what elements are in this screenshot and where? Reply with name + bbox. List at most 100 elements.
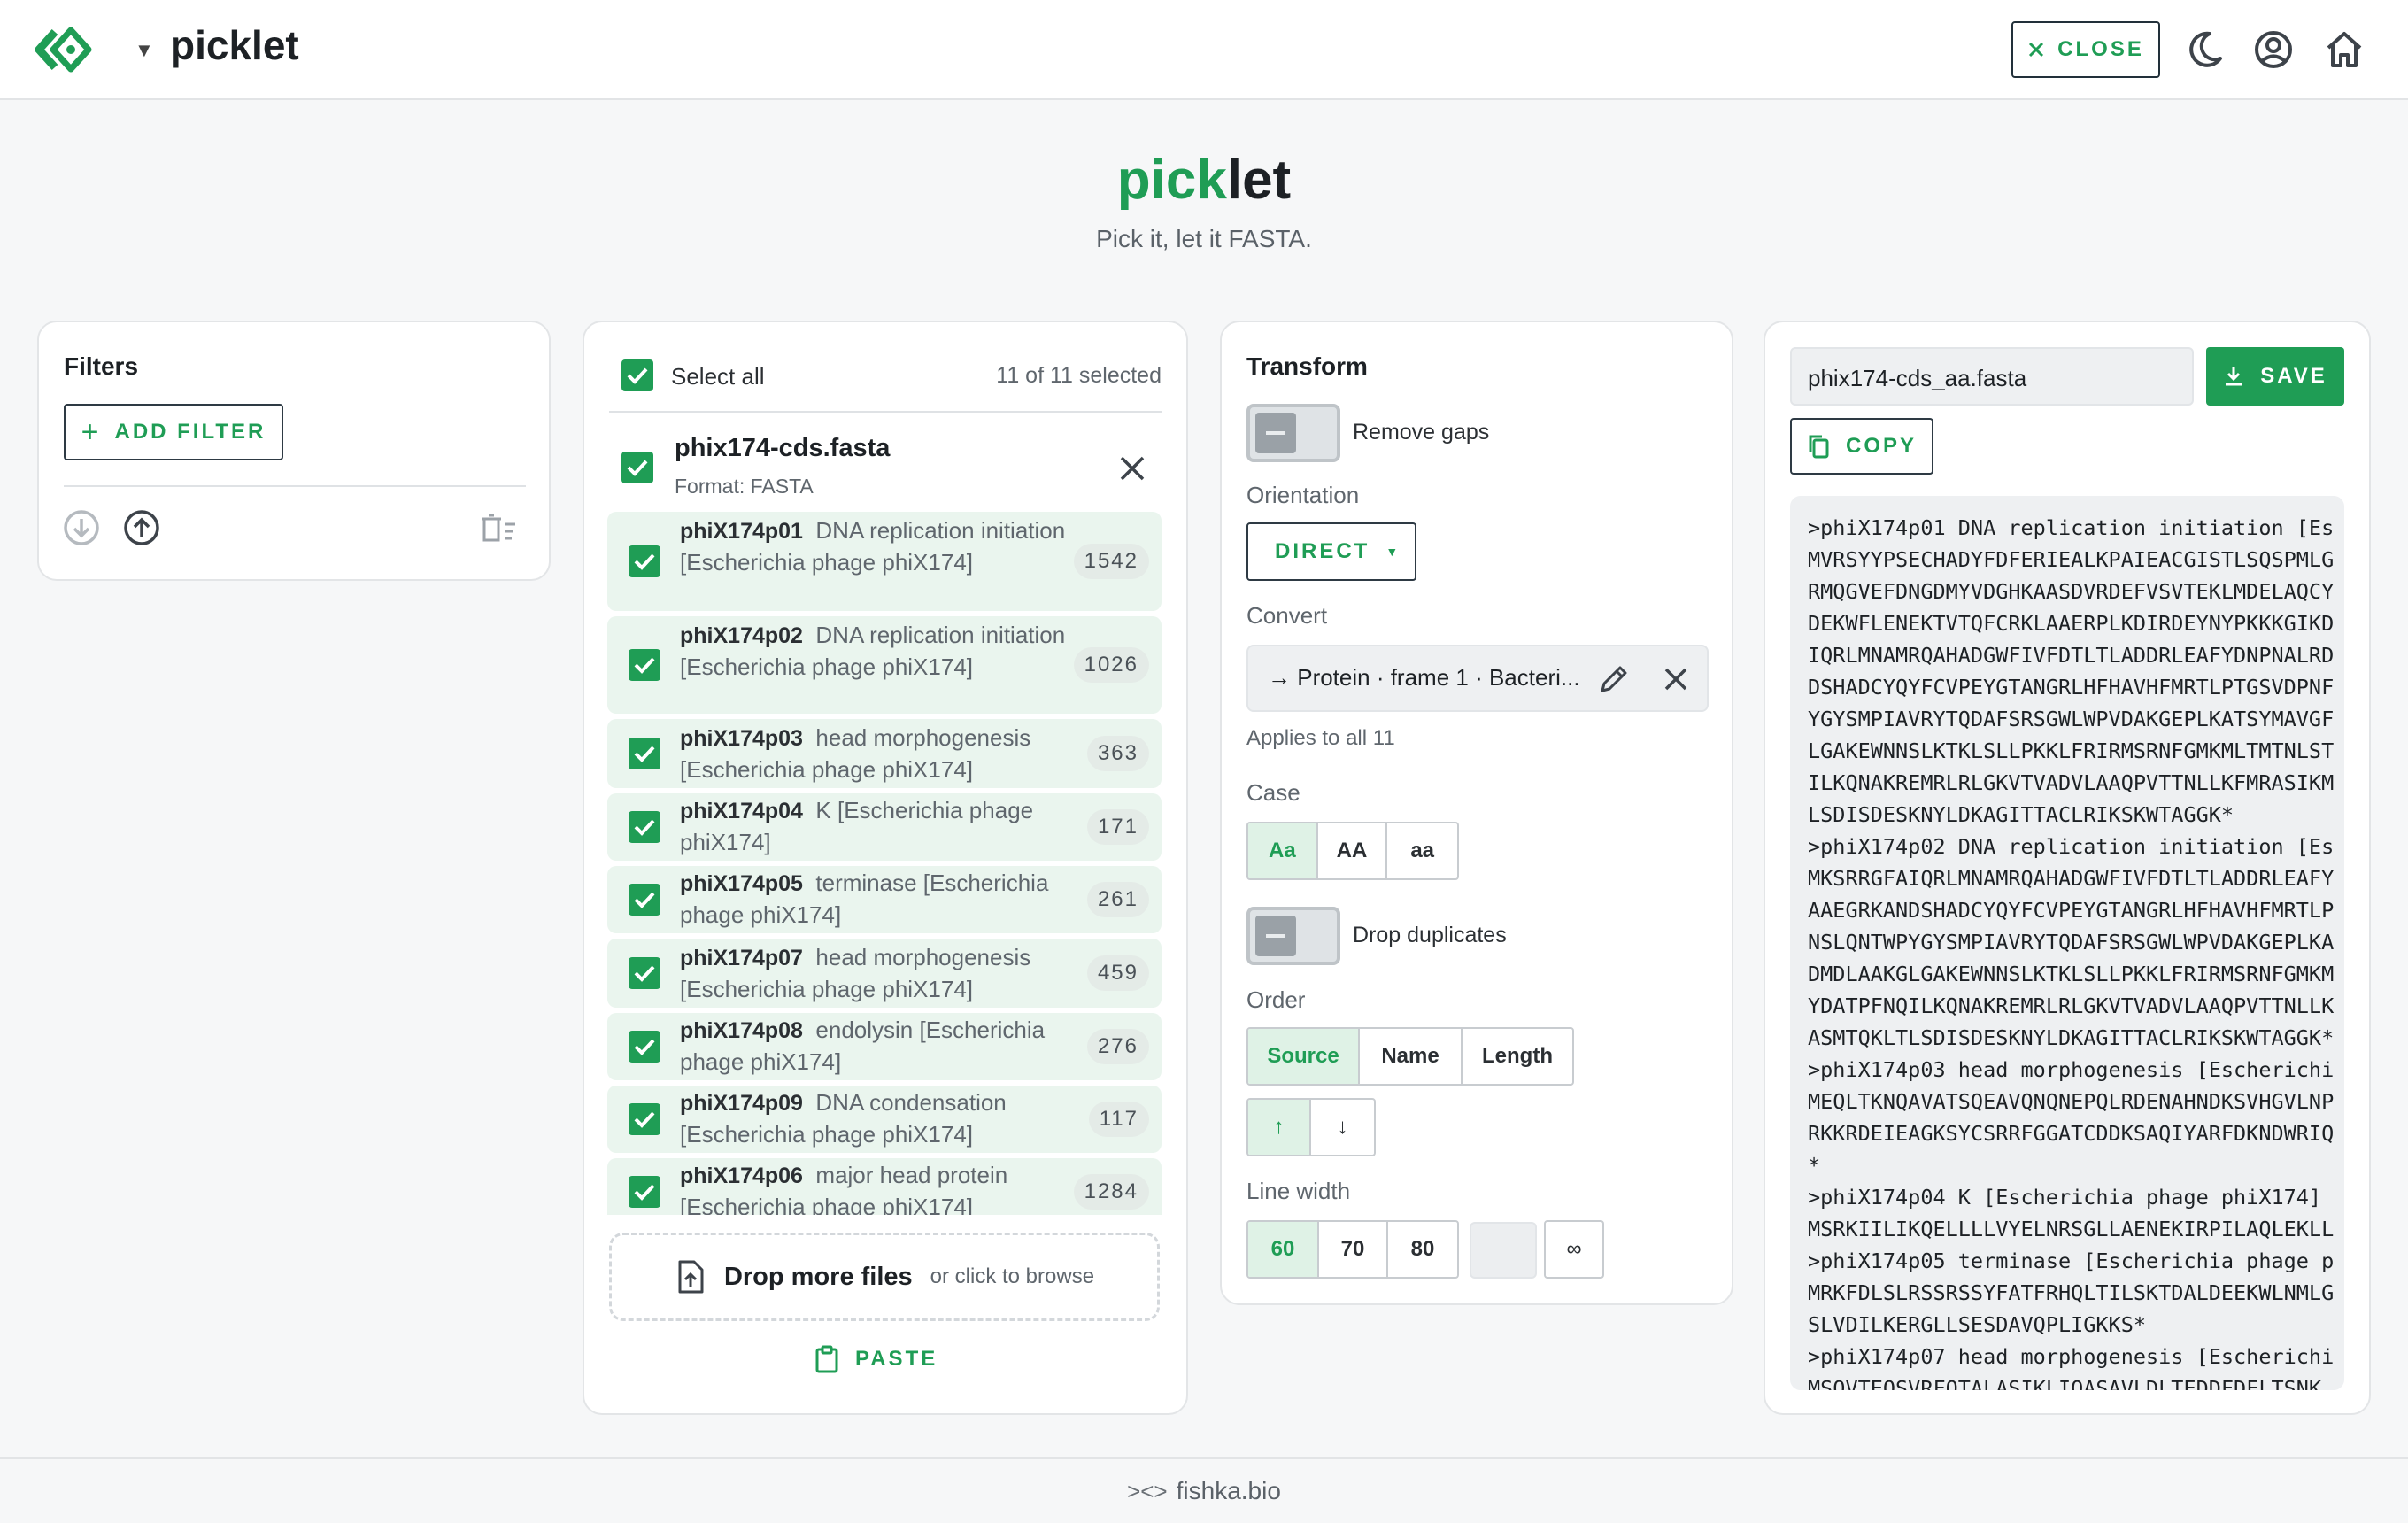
record-checkbox[interactable] bbox=[629, 545, 660, 577]
record-id: phiX174p05 bbox=[680, 871, 803, 896]
order-option-length[interactable]: Length bbox=[1463, 1029, 1572, 1084]
record-checkbox[interactable] bbox=[629, 1031, 660, 1063]
line-width-70[interactable]: 70 bbox=[1319, 1222, 1388, 1277]
footer: ><> fishka.bio bbox=[0, 1457, 2408, 1523]
chevron-down-icon: ▼ bbox=[1385, 545, 1399, 559]
save-button[interactable]: SAVE bbox=[2206, 347, 2344, 406]
close-icon bbox=[2029, 42, 2044, 58]
line-width-segmented-control[interactable]: 60 70 80 bbox=[1246, 1220, 1459, 1279]
record-text: phiX174p03 head morphogenesis [Escherich… bbox=[680, 723, 1087, 785]
file-name: phix174-cds.fasta bbox=[675, 434, 891, 462]
footer-link[interactable]: fishka.bio bbox=[1177, 1477, 1281, 1505]
drop-duplicates-label: Drop duplicates bbox=[1353, 923, 1507, 947]
order-option-source[interactable]: Source bbox=[1248, 1029, 1360, 1084]
drop-zone[interactable]: Drop more files or click to browse bbox=[609, 1233, 1160, 1321]
page-title: picklet bbox=[0, 149, 2408, 212]
remove-convert-icon[interactable] bbox=[1663, 666, 1689, 692]
dark-mode-moon-icon[interactable] bbox=[2183, 27, 2226, 73]
record-length: 117 bbox=[1088, 1102, 1149, 1137]
order-segmented-control[interactable]: Source Name Length bbox=[1246, 1027, 1574, 1086]
remove-file-icon[interactable] bbox=[1117, 453, 1147, 483]
copy-icon bbox=[1809, 435, 1829, 459]
filters-card: Filters + ADD FILTER bbox=[37, 321, 551, 581]
drop-duplicates-toggle[interactable] bbox=[1246, 907, 1340, 965]
line-width-custom-input[interactable] bbox=[1470, 1222, 1537, 1279]
app-name[interactable]: picklet bbox=[170, 21, 299, 69]
record-length: 171 bbox=[1086, 809, 1149, 845]
app-switcher-caret-icon[interactable]: ▼ bbox=[135, 39, 154, 62]
record-checkbox[interactable] bbox=[629, 884, 660, 916]
filters-title: Filters bbox=[64, 352, 139, 380]
drop-hint: or click to browse bbox=[930, 1264, 1095, 1288]
line-width-60[interactable]: 60 bbox=[1248, 1222, 1319, 1277]
title-pick: pick bbox=[1116, 150, 1227, 211]
case-option-lower[interactable]: aa bbox=[1387, 823, 1457, 878]
list-item[interactable]: phiX174p02 DNA replication initiation [E… bbox=[607, 616, 1162, 714]
record-id: phiX174p09 bbox=[680, 1091, 803, 1116]
list-item[interactable]: phiX174p01 DNA replication initiation [E… bbox=[607, 512, 1162, 611]
select-all-label[interactable]: Select all bbox=[671, 363, 765, 390]
list-item[interactable]: phiX174p08 endolysin [Escherichia phage … bbox=[607, 1013, 1162, 1080]
record-id: phiX174p04 bbox=[680, 799, 803, 823]
check-icon bbox=[627, 460, 648, 476]
case-option-upper[interactable]: AA bbox=[1318, 823, 1388, 878]
account-icon[interactable] bbox=[2252, 27, 2295, 73]
record-text: phiX174p07 head morphogenesis [Escherich… bbox=[680, 942, 1087, 1005]
orientation-value: DIRECT bbox=[1275, 539, 1370, 563]
add-filter-button[interactable]: + ADD FILTER bbox=[64, 404, 283, 460]
fasta-preview[interactable]: >phiX174p01 DNA replication initiation [… bbox=[1790, 496, 2344, 1390]
list-item[interactable]: phiX174p07 head morphogenesis [Escherich… bbox=[607, 939, 1162, 1008]
record-checkbox[interactable] bbox=[629, 1176, 660, 1208]
home-icon[interactable] bbox=[2323, 27, 2366, 73]
list-item[interactable]: phiX174p03 head morphogenesis [Escherich… bbox=[607, 719, 1162, 788]
order-ascending-icon[interactable]: ↑ bbox=[1248, 1100, 1312, 1155]
picklet-logo-icon[interactable] bbox=[35, 23, 92, 76]
record-text: phiX174p02 DNA replication initiation [E… bbox=[680, 620, 1087, 683]
paste-button[interactable]: PASTE bbox=[814, 1339, 956, 1380]
convert-chip[interactable]: → Protein · frame 1 · Bacteri... bbox=[1246, 645, 1709, 712]
orientation-select[interactable]: DIRECT ▼ bbox=[1246, 522, 1416, 581]
case-option-mixed[interactable]: Aa bbox=[1248, 823, 1318, 878]
orientation-label: Orientation bbox=[1246, 482, 1360, 508]
record-id: phiX174p07 bbox=[680, 946, 803, 970]
transform-card: Transform Remove gaps Orientation DIRECT… bbox=[1220, 321, 1733, 1305]
close-button[interactable]: CLOSE bbox=[2011, 21, 2160, 78]
case-segmented-control[interactable]: Aa AA aa bbox=[1246, 822, 1459, 880]
record-checkbox[interactable] bbox=[629, 738, 660, 769]
file-format: Format: FASTA bbox=[675, 475, 814, 498]
record-checkbox[interactable] bbox=[629, 811, 660, 843]
list-item[interactable]: phiX174p06 major head protein [Escherich… bbox=[607, 1158, 1162, 1215]
line-width-infinity[interactable]: ∞ bbox=[1546, 1222, 1602, 1277]
record-list[interactable]: phiX174p01 DNA replication initiation [E… bbox=[607, 510, 1162, 1215]
record-text: phiX174p09 DNA condensation [Escherichia… bbox=[680, 1087, 1087, 1150]
case-label: Case bbox=[1246, 779, 1300, 806]
order-direction-control[interactable]: ↑ ↓ bbox=[1246, 1098, 1376, 1156]
list-item[interactable]: phiX174p09 DNA condensation [Escherichia… bbox=[607, 1086, 1162, 1153]
line-width-80[interactable]: 80 bbox=[1388, 1222, 1457, 1277]
record-checkbox[interactable] bbox=[629, 649, 660, 681]
order-option-name[interactable]: Name bbox=[1360, 1029, 1463, 1084]
check-icon bbox=[634, 553, 655, 570]
list-item[interactable]: phiX174p04 K [Escherichia phage phiX174]… bbox=[607, 793, 1162, 861]
order-label: Order bbox=[1246, 986, 1306, 1013]
add-filter-label: ADD FILTER bbox=[114, 420, 266, 444]
copy-button[interactable]: COPY bbox=[1790, 418, 1933, 475]
record-text: phiX174p01 DNA replication initiation [E… bbox=[680, 515, 1087, 578]
export-up-icon[interactable] bbox=[122, 508, 161, 547]
record-checkbox[interactable] bbox=[629, 1103, 660, 1135]
list-item[interactable]: phiX174p05 terminase [Escherichia phage … bbox=[607, 866, 1162, 933]
order-descending-icon[interactable]: ↓ bbox=[1311, 1100, 1374, 1155]
edit-pencil-icon[interactable] bbox=[1597, 662, 1631, 696]
record-id: phiX174p01 bbox=[680, 519, 803, 544]
remove-gaps-toggle[interactable] bbox=[1246, 404, 1340, 462]
file-checkbox[interactable] bbox=[621, 452, 653, 483]
record-checkbox[interactable] bbox=[629, 957, 660, 989]
record-length: 363 bbox=[1086, 736, 1149, 771]
clear-filters-icon[interactable] bbox=[478, 510, 517, 545]
line-width-unlimited[interactable]: ∞ bbox=[1544, 1220, 1604, 1279]
output-filename-input[interactable]: phix174-cds_aa.fasta bbox=[1790, 347, 2194, 406]
applies-text: Applies to all 11 bbox=[1246, 726, 1395, 750]
convert-value: → Protein · frame 1 · Bacteri... bbox=[1268, 664, 1580, 691]
import-down-icon[interactable] bbox=[62, 508, 101, 547]
select-all-checkbox[interactable] bbox=[621, 359, 653, 391]
